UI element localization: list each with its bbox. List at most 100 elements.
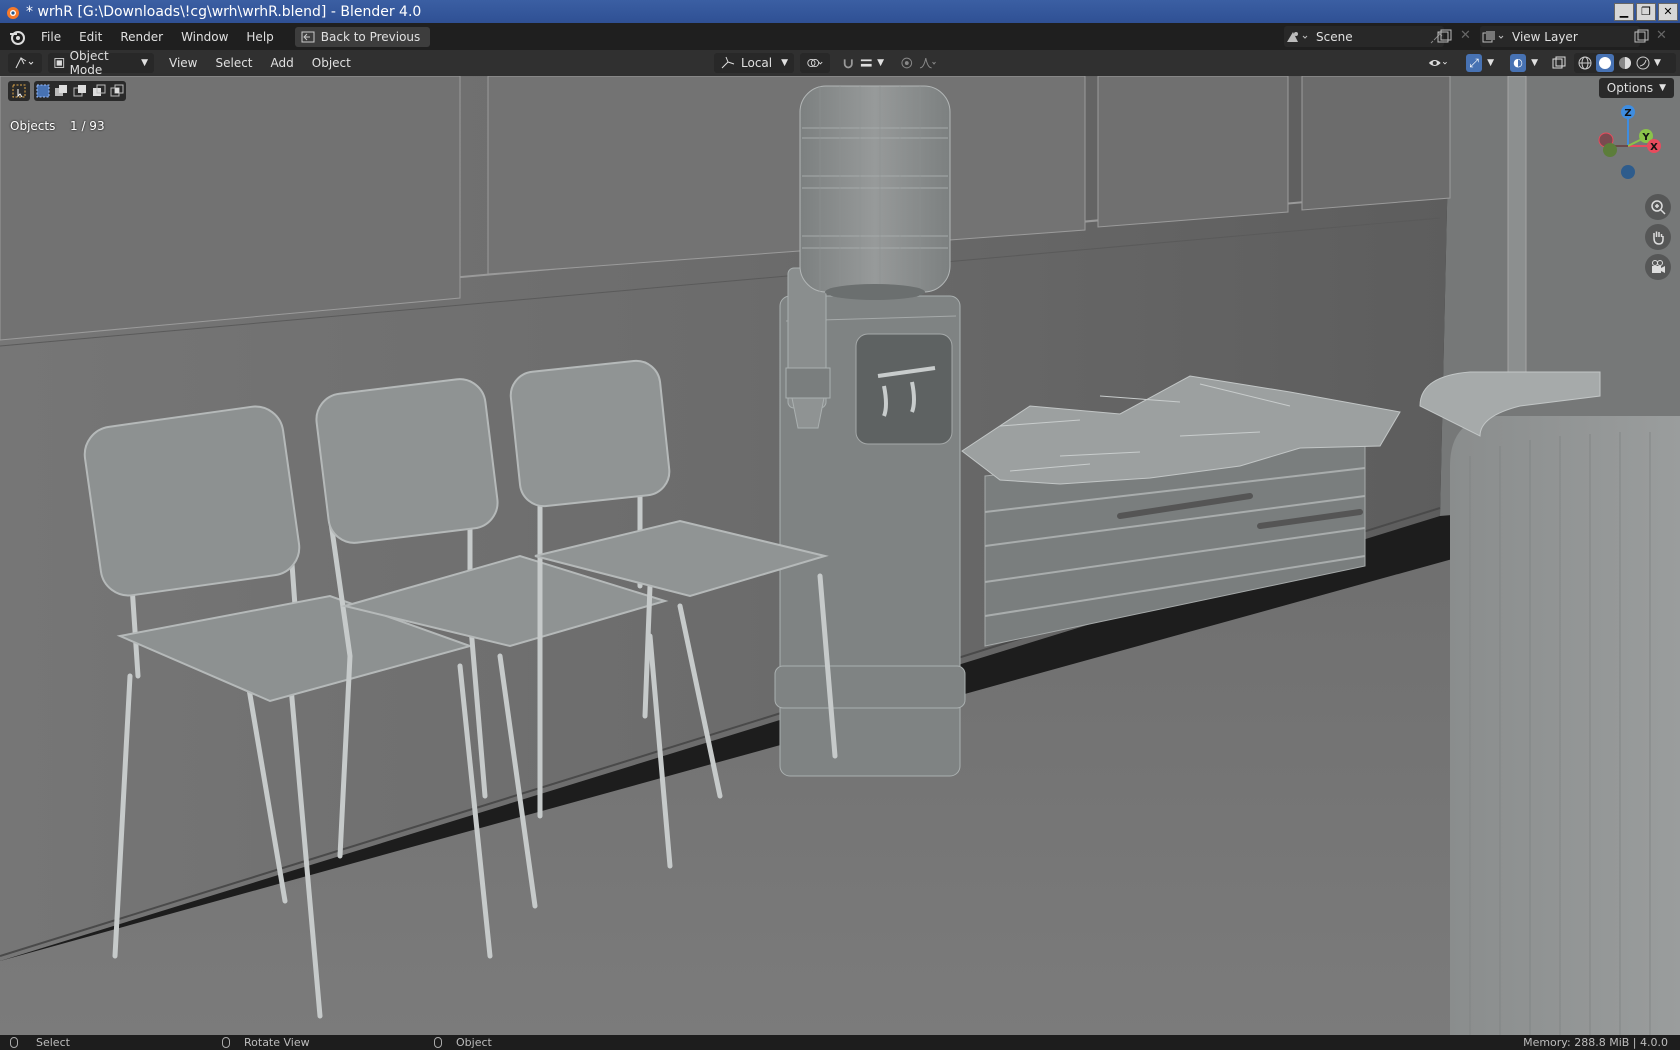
mouse-right-icon — [434, 1037, 442, 1048]
header-menu-select[interactable]: Select — [206, 56, 261, 70]
reception-desk[interactable] — [1419, 371, 1680, 1035]
mouse-left-icon — [10, 1037, 18, 1048]
chevron-down-icon: ▼ — [1659, 83, 1666, 93]
chevron-down-icon: ▼ — [1531, 58, 1538, 68]
blender-menu-icon[interactable] — [8, 28, 26, 46]
extend-selection-icon[interactable] — [54, 84, 68, 98]
chevron-down-icon: ▼ — [781, 58, 788, 68]
header-menu-add[interactable]: Add — [262, 56, 303, 70]
restore-button[interactable]: ❐ — [1636, 2, 1656, 21]
objects-count: 1 / 93 — [70, 119, 105, 133]
gizmo-icon: ⤢ — [1466, 54, 1483, 72]
viewport-scene[interactable] — [0, 76, 1680, 1035]
back-to-previous-button[interactable]: Back to Previous — [294, 26, 431, 47]
minimize-button[interactable]: ▁ — [1614, 2, 1634, 21]
camera-icon — [1652, 260, 1665, 273]
pivot-point-icon — [807, 58, 823, 68]
status-rotate-hint: Rotate View — [222, 1036, 310, 1049]
viewport-header: Object Mode ▼ View Select Add Object Loc… — [0, 49, 1680, 77]
editor-type-selector[interactable] — [8, 53, 42, 73]
delete-scene-icon[interactable]: ✕ — [1460, 28, 1471, 43]
pivot-point-selector[interactable] — [800, 53, 830, 73]
options-label: Options — [1606, 81, 1654, 95]
scene-icon — [1287, 31, 1308, 42]
status-select-label: Select — [36, 1036, 70, 1049]
hand-icon — [1653, 231, 1664, 245]
menu-window[interactable]: Window — [172, 30, 237, 44]
xray-toggle[interactable] — [1550, 53, 1570, 73]
scene-name[interactable]: Scene — [1316, 30, 1430, 44]
object-mode-icon — [54, 58, 65, 68]
solid-shading-icon[interactable] — [1596, 54, 1614, 72]
overlays-toggle[interactable]: ◐ ▼ — [1504, 53, 1544, 73]
visibility-selector[interactable] — [1422, 53, 1456, 73]
view-layer-icon — [1482, 30, 1504, 42]
rendered-shading-icon[interactable] — [1636, 56, 1650, 70]
chevron-down-icon: ▼ — [877, 58, 884, 68]
close-button[interactable]: ✕ — [1658, 2, 1678, 21]
3d-viewport-icon — [15, 56, 34, 69]
status-object-label: Object — [456, 1036, 492, 1049]
new-view-layer-icon[interactable] — [1633, 29, 1651, 45]
mode-label: Object Mode — [69, 49, 109, 77]
wall-panel — [1097, 76, 1289, 228]
menu-file[interactable]: File — [32, 30, 70, 44]
proportional-editing-icon — [901, 57, 913, 69]
proportional-editing-toggle[interactable] — [894, 53, 942, 73]
eye-icon — [1428, 60, 1447, 66]
delete-view-layer-icon[interactable]: ✕ — [1656, 28, 1667, 43]
wall-column — [1507, 76, 1527, 397]
transform-orientation-selector[interactable]: Local ▼ — [714, 53, 794, 73]
camera-view-button[interactable] — [1645, 254, 1671, 280]
3d-viewport[interactable]: Objects 1 / 93 Options ▼ Z Y X — [0, 76, 1680, 1035]
overlays-icon: ◐ — [1510, 54, 1527, 72]
select-box-icon — [12, 84, 26, 98]
tool-settings — [8, 80, 126, 102]
set-new-selection-icon[interactable] — [36, 84, 50, 98]
gizmo-toggle[interactable]: ⤢ ▼ — [1460, 53, 1500, 73]
header-menu-object[interactable]: Object — [303, 56, 360, 70]
view-layer-name[interactable]: View Layer — [1512, 30, 1640, 44]
blender-logo-icon — [7, 6, 19, 19]
magnet-icon — [843, 59, 853, 69]
back-to-previous-label: Back to Previous — [320, 29, 421, 44]
mode-selector[interactable]: Object Mode ▼ — [48, 49, 154, 77]
scene-selector[interactable]: Scene — [1284, 26, 1444, 47]
status-rotate-label: Rotate View — [244, 1036, 310, 1049]
local-orientation-icon — [721, 56, 735, 69]
water-cooler[interactable] — [774, 85, 966, 777]
material-preview-icon[interactable] — [1618, 56, 1632, 70]
gizmo-x-label: X — [1650, 142, 1658, 153]
selection-mode-group[interactable] — [34, 81, 126, 101]
status-select-hint: Select — [10, 1036, 70, 1049]
header-menu-view[interactable]: View — [160, 56, 206, 70]
gizmo-z-label: Z — [1624, 108, 1631, 119]
menu-render[interactable]: Render — [111, 30, 172, 44]
menu-edit[interactable]: Edit — [70, 30, 111, 44]
wall-panel — [1301, 76, 1451, 211]
mouse-middle-icon — [222, 1037, 230, 1048]
menu-help[interactable]: Help — [237, 30, 282, 44]
screen-back-icon — [301, 31, 315, 42]
window-titlebar: * wrhR [G:\Downloads\!cg\wrh\wrhR.blend]… — [0, 0, 1680, 23]
zoom-view-button[interactable] — [1645, 194, 1671, 220]
window-title: * wrhR [G:\Downloads\!cg\wrh\wrhR.blend]… — [26, 3, 422, 20]
subtract-selection-icon[interactable] — [73, 84, 87, 98]
top-menubar: File Edit Render Window Help Back to Pre… — [0, 23, 1680, 50]
invert-selection-icon[interactable] — [92, 84, 106, 98]
intersect-selection-icon[interactable] — [110, 84, 124, 98]
view-layer-selector[interactable]: View Layer — [1480, 26, 1640, 47]
select-box-tool-button[interactable] — [8, 81, 30, 101]
chevron-down-icon: ▼ — [1487, 58, 1494, 68]
status-bar: Select Rotate View Object Memory: 288.8 … — [0, 1035, 1680, 1050]
wireframe-shading-icon[interactable] — [1578, 56, 1592, 70]
chevron-down-icon[interactable]: ▼ — [1654, 58, 1661, 68]
snap-toggle[interactable]: ▼ — [836, 53, 890, 73]
navigation-gizmo[interactable]: Z Y X — [1588, 104, 1668, 194]
zoom-icon — [1651, 200, 1666, 215]
status-object-hint: Object — [434, 1036, 492, 1049]
shading-modes[interactable]: ▼ — [1574, 53, 1676, 73]
pan-view-button[interactable] — [1645, 224, 1671, 250]
options-button[interactable]: Options ▼ — [1598, 78, 1674, 98]
new-scene-icon[interactable] — [1436, 29, 1454, 45]
